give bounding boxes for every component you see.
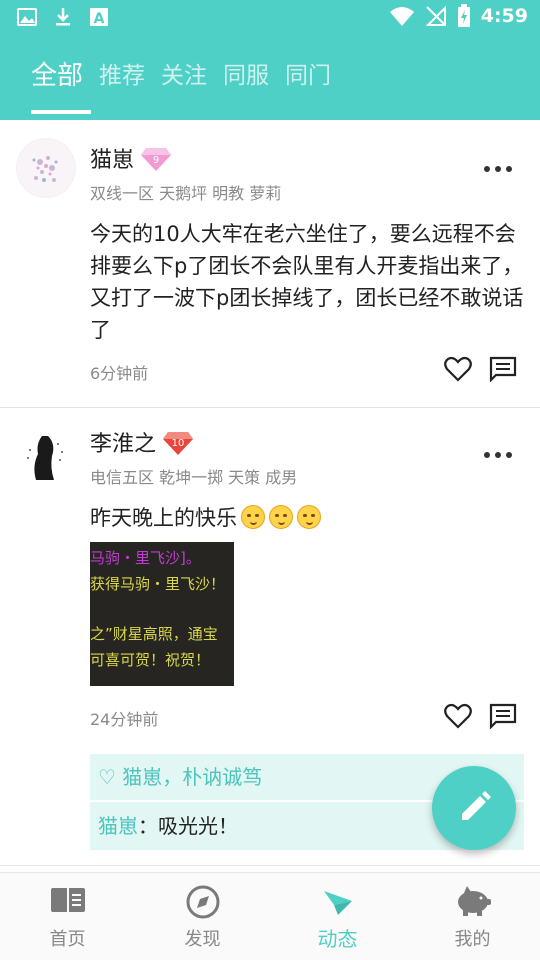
nav-home[interactable]: 首页 [0,873,135,960]
tab-same-server[interactable]: 同服 [215,56,277,106]
nav-label: 发现 [184,929,221,950]
nav-label: 首页 [49,929,86,950]
like-icon[interactable] [444,356,472,382]
post-image[interactable]: 马驹・里飞沙]。 获得马驹・里飞沙！ 之”财星高照，通宝 可喜可贺！祝贺！ [90,542,234,686]
paper-plane-icon [323,891,352,915]
post-card: 猫崽 9 双线一区 天鹅坪 明教 萝莉 今天的10人大牢在老六坐住了，要么远程不… [0,120,540,408]
compose-button[interactable] [432,766,516,850]
blush-emoji-icon [297,505,321,529]
nav-discover[interactable]: 发现 [135,873,270,960]
a-icon: A [90,8,108,27]
more-options-icon[interactable] [484,166,512,174]
piggy-icon [457,886,491,916]
post-content: 今天的10人大牢在老六坐住了，要么远程不会排要么下p了团长不会队里有人开麦指出来… [90,222,524,342]
app: A 4:59 全部 推荐 关注 同服 同门 猫崽 9 双线一区 天鹅坪 明教 萝… [0,0,540,960]
nav-label: 动态 [317,927,358,951]
comment-icon[interactable] [489,703,517,729]
blush-emoji-icon [269,505,293,529]
username[interactable]: 猫崽 [90,142,134,174]
wifi-icon [389,7,414,26]
pencil-icon [462,791,491,820]
post-time: 6分钟前 [90,364,149,383]
feed: 猫崽 9 双线一区 天鹅坪 明教 萝莉 今天的10人大牢在老六坐住了，要么远程不… [0,120,540,872]
compass-icon [186,885,219,919]
tab-same-school[interactable]: 同门 [277,56,339,106]
like-icon[interactable] [444,703,472,729]
username[interactable]: 李淮之 [90,426,156,458]
svg-text:10: 10 [172,438,185,449]
blush-emoji-icon [241,505,265,529]
nav-feed[interactable]: 动态 [270,873,405,960]
comment-separator: ： [138,814,158,838]
bottom-nav: 首页 发现 动态 我的 [0,872,540,960]
image-icon [17,8,37,26]
book-icon [50,888,85,912]
more-options-icon[interactable] [484,452,512,460]
no-signal-icon [425,5,446,26]
status-time: 4:59 [480,5,528,27]
tab-recommend[interactable]: 推荐 [91,56,153,106]
user-meta: 电信五区 乾坤一掷 天策 成男 [90,468,298,487]
post-time: 24分钟前 [90,710,159,729]
nav-label: 我的 [454,929,491,950]
comment-icon[interactable] [489,356,517,382]
svg-text:9: 9 [153,155,159,166]
battery-charging-icon [457,4,470,27]
avatar[interactable] [16,426,76,486]
level-badge: 10 [162,430,194,455]
avatar[interactable] [16,138,76,198]
post-text: 昨天晚上的快乐 [90,506,237,530]
tab-all[interactable]: 全部 [23,56,92,114]
header: A 4:59 全部 推荐 关注 同服 同门 [0,0,540,120]
post-content: 昨天晚上的快乐 [90,502,526,534]
nav-mine[interactable]: 我的 [405,873,540,960]
tab-following[interactable]: 关注 [153,56,215,106]
feed-tabs: 全部 推荐 关注 同服 同门 [0,56,339,114]
level-badge: 9 [140,146,172,171]
svg-text:A: A [94,11,105,27]
status-bar: A 4:59 [0,0,540,36]
comment-author[interactable]: 猫崽 [98,814,138,838]
user-meta: 双线一区 天鹅坪 明教 萝莉 [90,184,282,203]
comment-text: 吸光光！ [158,814,238,838]
download-icon [56,8,70,26]
